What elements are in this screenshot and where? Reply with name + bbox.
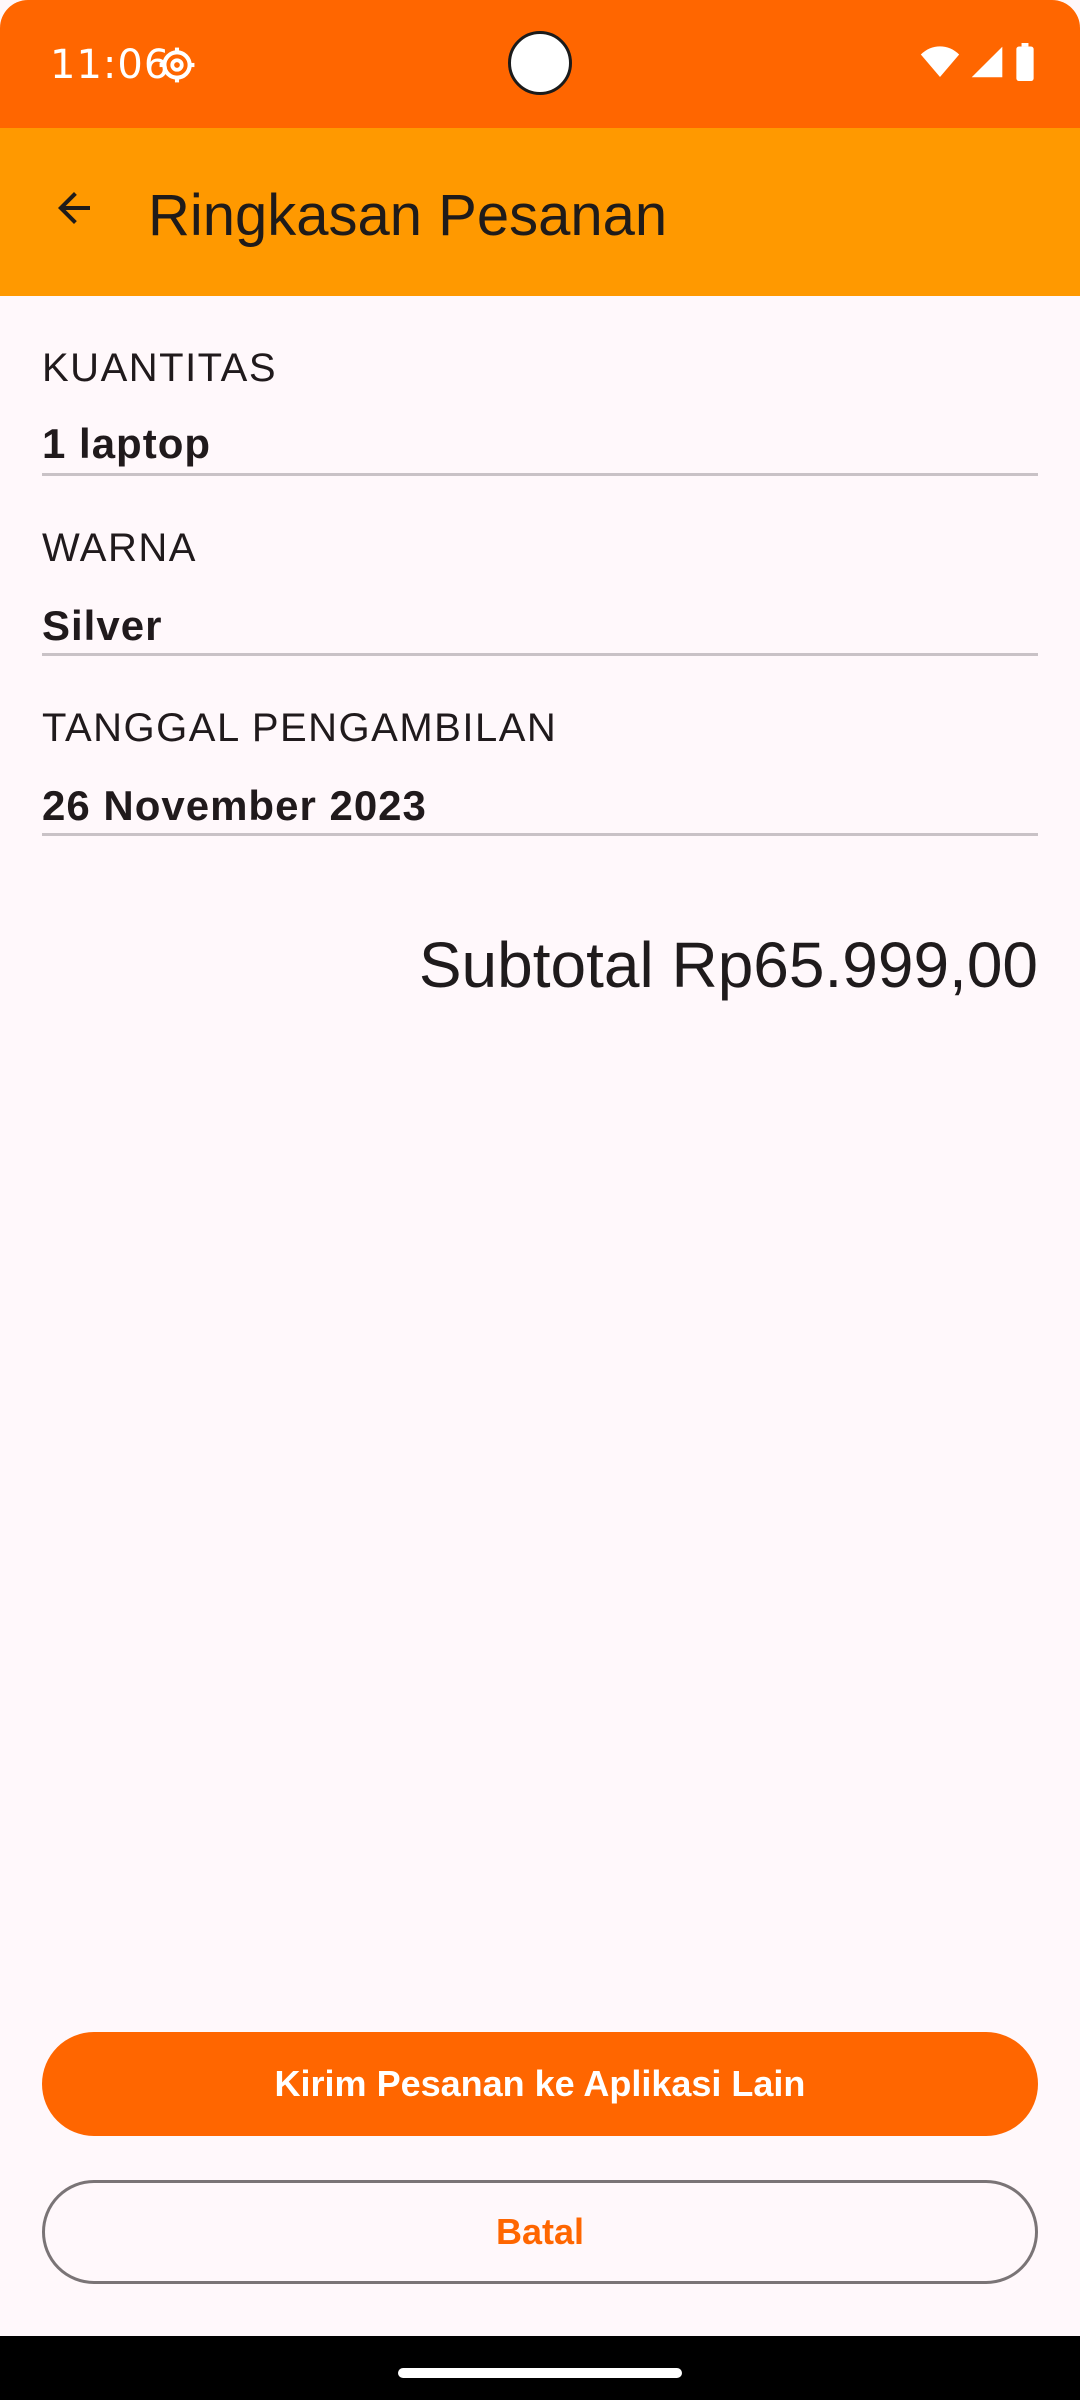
quantity-value: 1 laptop	[42, 420, 212, 467]
arrow-back-icon	[50, 184, 98, 237]
top-app-bar: Ringkasan Pesanan	[0, 128, 1080, 296]
send-order-button[interactable]: Kirim Pesanan ke Aplikasi Lain	[42, 2032, 1038, 2136]
wifi-icon	[920, 45, 960, 84]
pickup-date-value: 26 November 2023	[42, 782, 427, 829]
quantity-label: KUANTITAS	[42, 346, 278, 390]
navigation-bar	[0, 2336, 1080, 2400]
battery-icon	[1014, 42, 1036, 86]
front-camera-cutout	[508, 31, 572, 95]
order-summary: KUANTITAS 1 laptop WARNA Silver TANGGAL …	[42, 296, 1038, 836]
status-time: 11:06	[50, 42, 171, 88]
pickup-date-field: TANGGAL PENGAMBILAN 26 November 2023	[42, 656, 1038, 836]
status-bar: 11:06	[0, 0, 1080, 128]
page-title: Ringkasan Pesanan	[148, 183, 668, 248]
cell-signal-icon	[970, 45, 1004, 84]
color-value: Silver	[42, 602, 163, 649]
system-icons	[920, 42, 1036, 86]
color-field: WARNA Silver	[42, 476, 1038, 656]
cancel-button[interactable]: Batal	[42, 2180, 1038, 2284]
back-button[interactable]	[38, 174, 110, 246]
pickup-date-label: TANGGAL PENGAMBILAN	[42, 706, 558, 750]
quantity-field: KUANTITAS 1 laptop	[42, 296, 1038, 476]
subtotal-text: Subtotal Rp65.999,00	[418, 929, 1038, 1001]
settings-gear-icon	[158, 46, 196, 84]
color-label: WARNA	[42, 526, 197, 570]
home-gesture-handle[interactable]	[398, 2368, 682, 2378]
